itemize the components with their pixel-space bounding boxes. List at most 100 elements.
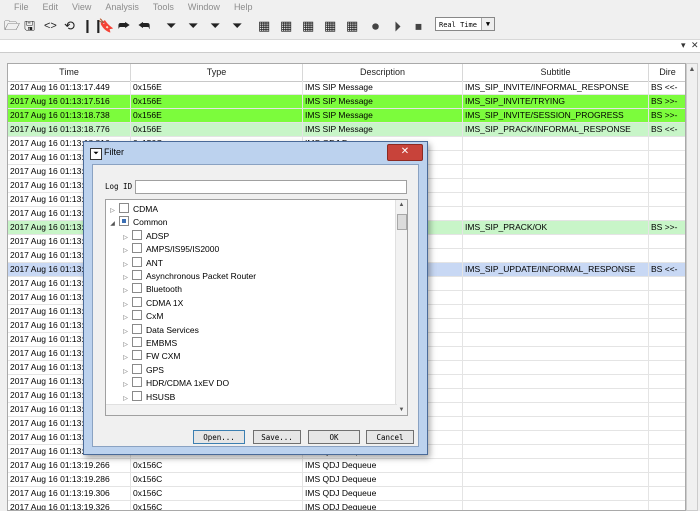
save-button[interactable]: Save... bbox=[253, 430, 301, 444]
tree-checkbox[interactable] bbox=[132, 337, 142, 347]
tree-item[interactable]: ▷ HSUSB bbox=[121, 390, 175, 404]
table-row[interactable]: 2017 Aug 16 01:13:19.286 0x156C IMS QDJ De… bbox=[8, 473, 685, 487]
mode-select-value: Real Time bbox=[439, 21, 477, 29]
tree-checkbox[interactable] bbox=[132, 283, 142, 294]
tree-checkbox[interactable] bbox=[132, 243, 142, 254]
stop-icon[interactable]: ⏹ bbox=[415, 18, 422, 34]
cell-sub: IMS_SIP_INVITE/TRYING bbox=[463, 95, 649, 109]
table-row[interactable]: 2017 Aug 16 01:13:19.306 0x156C IMS QDJ De… bbox=[8, 487, 685, 501]
bookmark-icon[interactable]: 🔖 bbox=[98, 18, 114, 34]
filter-add-icon[interactable]: ⏷ bbox=[188, 18, 198, 34]
collapse-icon[interactable]: ◢ bbox=[108, 218, 117, 231]
tree-checkbox[interactable] bbox=[132, 229, 142, 240]
tree-item[interactable]: ▷ FW CXM bbox=[121, 350, 180, 363]
column-type[interactable]: Type bbox=[131, 64, 303, 81]
cell-dir: BS >>- bbox=[649, 221, 685, 235]
tree-checkbox[interactable] bbox=[132, 310, 142, 321]
column-direction[interactable]: Dire bbox=[649, 64, 685, 81]
cell-type: 0x156C bbox=[131, 487, 303, 501]
tree-checkbox[interactable] bbox=[132, 270, 142, 280]
code-icon[interactable]: <> bbox=[44, 18, 57, 34]
column-description[interactable]: Description bbox=[303, 64, 463, 81]
scroll-down-icon[interactable]: ▼ bbox=[396, 405, 407, 415]
tree-checkbox[interactable] bbox=[132, 363, 142, 374]
menu-help[interactable]: Help bbox=[234, 2, 253, 12]
filter-icon[interactable]: ⏷ bbox=[166, 18, 176, 34]
dialog-title-bar[interactable]: ⏷ Filter ✕ bbox=[84, 142, 427, 164]
reload-icon[interactable]: ⟲ bbox=[64, 18, 75, 34]
tree-item-label: CDMA bbox=[133, 204, 159, 214]
menu-window[interactable]: Window bbox=[188, 2, 220, 12]
bookmark-prev-icon[interactable]: ⮪ bbox=[138, 18, 150, 34]
grid-remove-icon[interactable]: ▦ bbox=[324, 18, 336, 34]
tree-checkbox[interactable] bbox=[132, 390, 142, 401]
ok-button[interactable]: OK bbox=[308, 430, 360, 444]
table-row[interactable]: 2017 Aug 16 01:13:18.776 0x156E IMS SIP Me… bbox=[8, 123, 685, 137]
bookmark-next-icon[interactable]: ⮫ bbox=[118, 18, 130, 34]
tree-item[interactable]: ▷ AMPS/IS95/IS2000 bbox=[121, 243, 219, 256]
filter-clear-icon[interactable]: ⏷ bbox=[232, 18, 242, 34]
tree-item[interactable]: ◢ Common bbox=[108, 216, 167, 229]
scroll-up-icon[interactable]: ▲ bbox=[687, 64, 697, 76]
tree-checkbox[interactable] bbox=[119, 203, 129, 213]
table-row[interactable]: 2017 Aug 16 01:13:19.326 0x156C IMS QDJ De… bbox=[8, 501, 685, 510]
menu-tools[interactable]: Tools bbox=[153, 2, 174, 12]
tree-item[interactable]: ▷ ADSP bbox=[121, 229, 169, 243]
table-row[interactable]: 2017 Aug 16 01:13:19.266 0x156C IMS QDJ De… bbox=[8, 459, 685, 473]
chevron-down-icon[interactable]: ▼ bbox=[481, 18, 494, 30]
menu-view[interactable]: View bbox=[72, 2, 91, 12]
close-button[interactable]: ✕ bbox=[387, 144, 423, 161]
tree-horizontal-scrollbar[interactable] bbox=[106, 404, 397, 415]
tree-item[interactable]: ▷ EMBMS bbox=[121, 337, 177, 350]
menu-edit[interactable]: Edit bbox=[43, 2, 59, 12]
grid-icon[interactable]: ▦ bbox=[258, 18, 270, 34]
tree-item[interactable]: ▷ HDR/CDMA 1xEV DO bbox=[121, 377, 229, 390]
open-folder-icon[interactable]: 🗁 bbox=[4, 18, 20, 34]
grid-add-icon[interactable]: ▦ bbox=[280, 18, 292, 34]
tree-scrollbar[interactable]: ▲ ▼ bbox=[395, 200, 407, 415]
tree-item[interactable]: ▷ Asynchronous Packet Router bbox=[121, 270, 256, 283]
tree-checkbox[interactable] bbox=[119, 216, 129, 227]
open-button[interactable]: Open... bbox=[193, 430, 245, 444]
pin-icon[interactable]: ▾ bbox=[681, 40, 686, 51]
cell-sub bbox=[463, 487, 649, 501]
menu-analysis[interactable]: Analysis bbox=[105, 2, 139, 12]
cell-dir bbox=[649, 347, 685, 361]
tree-item[interactable]: ▷ GPS bbox=[121, 363, 164, 377]
table-row[interactable]: 2017 Aug 16 01:13:17.449 0x156E IMS SIP Me… bbox=[8, 81, 685, 95]
column-time[interactable]: Time bbox=[8, 64, 131, 81]
play-icon[interactable]: ⏵ bbox=[394, 18, 401, 34]
table-row[interactable]: 2017 Aug 16 01:13:18.738 0x156E IMS SIP Me… bbox=[8, 109, 685, 123]
grid-scrollbar[interactable]: ▲ bbox=[686, 63, 698, 511]
log-id-input[interactable] bbox=[135, 180, 407, 194]
tree-checkbox[interactable] bbox=[132, 350, 142, 361]
tree-item[interactable]: ▷ CxM bbox=[121, 310, 163, 323]
grid-edit-icon[interactable]: ▦ bbox=[302, 18, 314, 34]
cell-desc: IMS QDJ Dequeue bbox=[303, 473, 463, 487]
column-subtitle[interactable]: Subtitle bbox=[463, 64, 649, 81]
tree-item[interactable]: ▷ CDMA bbox=[108, 203, 158, 216]
tree-checkbox[interactable] bbox=[132, 377, 142, 388]
filter-edit-icon[interactable]: ⏷ bbox=[210, 18, 220, 34]
tree-item[interactable]: ▷ CDMA 1X bbox=[121, 296, 183, 310]
grid-settings-icon[interactable]: ▦ bbox=[346, 18, 358, 34]
cell-dir bbox=[649, 473, 685, 487]
save-icon[interactable]: 🖫 bbox=[24, 18, 35, 34]
tree-checkbox[interactable] bbox=[132, 256, 142, 267]
cell-dir: BS <<- bbox=[649, 81, 685, 95]
menu-file[interactable]: File bbox=[14, 2, 29, 12]
cell-dir bbox=[649, 249, 685, 263]
tree-checkbox[interactable] bbox=[132, 323, 142, 334]
scroll-thumb[interactable] bbox=[397, 214, 407, 230]
table-row[interactable]: 2017 Aug 16 01:13:17.516 0x156E IMS SIP Me… bbox=[8, 95, 685, 109]
tree-item[interactable]: ▷ ANT bbox=[121, 256, 163, 270]
tree-item[interactable]: ▷ Bluetooth bbox=[121, 283, 182, 296]
tree-item[interactable]: ▷ Data Services bbox=[121, 323, 199, 337]
tree-checkbox[interactable] bbox=[132, 296, 142, 307]
mode-select[interactable]: Real Time ▼ bbox=[435, 17, 495, 31]
record-icon[interactable]: ⏺ bbox=[372, 18, 379, 34]
cancel-button[interactable]: Cancel bbox=[366, 430, 414, 444]
close-panel-icon[interactable]: ✕ bbox=[691, 40, 699, 51]
cell-sub bbox=[463, 207, 649, 221]
scroll-up-icon[interactable]: ▲ bbox=[396, 200, 407, 210]
